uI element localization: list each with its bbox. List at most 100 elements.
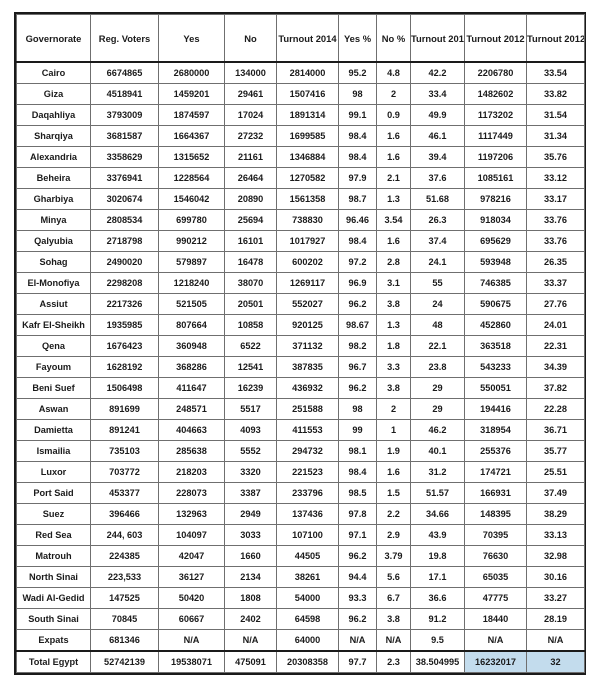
cell-turnout_2014: 38261 — [276, 566, 339, 588]
cell-no: 16101 — [224, 230, 277, 252]
cell-yes: 228073 — [158, 482, 225, 504]
cell-governorate: El-Monofiya — [16, 272, 91, 294]
cell-reg_voters: 2718798 — [90, 230, 159, 252]
cell-yes_pct: 98.4 — [338, 125, 377, 147]
table-row: Daqahliya 3793009 1874597 17024 1891314 99.1 0… — [16, 104, 585, 126]
cell-turnout_2014_pct: 26.3 — [410, 209, 465, 231]
table-row: Expats 681346 N/A N/A 64000 N/A N/A 9.5 N/A N/A — [16, 629, 585, 652]
cell-turnout_2014: 64000 — [276, 629, 339, 652]
cell-turnout_2012: 1117449 — [464, 125, 527, 147]
cell-governorate: Qena — [16, 335, 91, 357]
cell-turnout_2012: 65035 — [464, 566, 527, 588]
cell-no: 21161 — [224, 146, 277, 168]
cell-turnout_2014: 1891314 — [276, 104, 339, 126]
cell-no_pct: 0.9 — [376, 104, 411, 126]
cell-no_pct: 5.6 — [376, 566, 411, 588]
cell-no_pct: 3.1 — [376, 272, 411, 294]
cell-turnout_2012: 18440 — [464, 608, 527, 630]
cell-turnout_2012_pct: N/A — [526, 629, 585, 652]
cell-yes_pct: 98.4 — [338, 461, 377, 483]
cell-governorate: Sharqiya — [16, 125, 91, 147]
cell-turnout_2012_pct: 22.31 — [526, 335, 585, 357]
cell-turnout_2012: 2206780 — [464, 61, 527, 84]
cell-turnout_2012_pct: 28.19 — [526, 608, 585, 630]
cell-turnout_2012_pct: 33.76 — [526, 230, 585, 252]
cell-turnout_2012_pct: 32.98 — [526, 545, 585, 567]
cell-yes: 1664367 — [158, 125, 225, 147]
cell-no_pct: 1.3 — [376, 314, 411, 336]
total-cell-yes: 19538071 — [158, 650, 225, 673]
cell-yes_pct: 97.9 — [338, 167, 377, 189]
cell-turnout_2014_pct: 39.4 — [410, 146, 465, 168]
cell-no_pct: 2 — [376, 83, 411, 105]
cell-yes: 360948 — [158, 335, 225, 357]
total-cell-yes_pct: 97.7 — [338, 650, 377, 673]
cell-yes_pct: 97.1 — [338, 524, 377, 546]
cell-yes_pct: 97.2 — [338, 251, 377, 273]
cell-governorate: Beni Suef — [16, 377, 91, 399]
cell-turnout_2012_pct: 37.82 — [526, 377, 585, 399]
cell-turnout_2012_pct: 38.29 — [526, 503, 585, 525]
cell-no_pct: 4.8 — [376, 61, 411, 84]
cell-reg_voters: 891241 — [90, 419, 159, 441]
cell-governorate: Alexandria — [16, 146, 91, 168]
table-body: Cairo 6674865 2680000 134000 2814000 95.2 4.8 4… — [16, 61, 585, 673]
cell-turnout_2012: 452860 — [464, 314, 527, 336]
cell-turnout_2014_pct: 24 — [410, 293, 465, 315]
cell-yes: 521505 — [158, 293, 225, 315]
cell-turnout_2012_pct: 33.82 — [526, 83, 585, 105]
cell-turnout_2012_pct: 27.76 — [526, 293, 585, 315]
cell-yes_pct: 99.1 — [338, 104, 377, 126]
cell-no: 3033 — [224, 524, 277, 546]
cell-governorate: Aswan — [16, 398, 91, 420]
cell-governorate: Expats — [16, 629, 91, 652]
header-row: Governorate Reg. Voters Yes No Turnout 2… — [16, 14, 585, 63]
cell-turnout_2012_pct: 33.76 — [526, 209, 585, 231]
cell-reg_voters: 1506498 — [90, 377, 159, 399]
cell-yes: 1218240 — [158, 272, 225, 294]
cell-turnout_2014: 552027 — [276, 293, 339, 315]
cell-no_pct: 1.5 — [376, 482, 411, 504]
cell-yes: 104097 — [158, 524, 225, 546]
table-row: Damietta 891241 404663 4093 411553 99 1 46.2 318… — [16, 419, 585, 441]
cell-no_pct: N/A — [376, 629, 411, 652]
cell-turnout_2014: 1269117 — [276, 272, 339, 294]
cell-turnout_2014_pct: 23.8 — [410, 356, 465, 378]
cell-turnout_2014_pct: 37.6 — [410, 167, 465, 189]
cell-yes: 132963 — [158, 503, 225, 525]
cell-turnout_2012: 1482602 — [464, 83, 527, 105]
column-header-turnout-2012-pct: Turnout 2012 (%) — [526, 14, 585, 63]
cell-no: 16239 — [224, 377, 277, 399]
column-header-turnout-2012: Turnout 2012 — [464, 14, 527, 63]
cell-turnout_2014_pct: 91.2 — [410, 608, 465, 630]
table-row: Qalyubia 2718798 990212 16101 1017927 98.4 1.6… — [16, 230, 585, 252]
table-row: Minya 2808534 699780 25694 738830 96.46 3.54 26… — [16, 209, 585, 231]
cell-yes: 368286 — [158, 356, 225, 378]
total-cell-turnout_2014_pct: 38.504995 — [410, 650, 465, 673]
cell-governorate: Fayoum — [16, 356, 91, 378]
table-header: Governorate Reg. Voters Yes No Turnout 2… — [16, 14, 585, 63]
cell-no: 3320 — [224, 461, 277, 483]
cell-turnout_2014_pct: 22.1 — [410, 335, 465, 357]
cell-no_pct: 2.2 — [376, 503, 411, 525]
cell-no_pct: 1.6 — [376, 146, 411, 168]
cell-yes: 248571 — [158, 398, 225, 420]
cell-turnout_2014_pct: 49.9 — [410, 104, 465, 126]
cell-yes_pct: 96.2 — [338, 293, 377, 315]
cell-governorate: Damietta — [16, 419, 91, 441]
cell-yes: 60667 — [158, 608, 225, 630]
cell-governorate: Gharbiya — [16, 188, 91, 210]
cell-no: 29461 — [224, 83, 277, 105]
cell-turnout_2012_pct: 31.54 — [526, 104, 585, 126]
cell-yes_pct: 98.5 — [338, 482, 377, 504]
cell-yes_pct: 94.4 — [338, 566, 377, 588]
cell-governorate: Qalyubia — [16, 230, 91, 252]
cell-no_pct: 3.3 — [376, 356, 411, 378]
cell-reg_voters: 244, 603 — [90, 524, 159, 546]
cell-no: 134000 — [224, 61, 277, 84]
cell-turnout_2012_pct: 36.71 — [526, 419, 585, 441]
total-cell-turnout_2012_pct: 32 — [526, 650, 585, 673]
cell-yes: N/A — [158, 629, 225, 652]
cell-turnout_2014_pct: 36.6 — [410, 587, 465, 609]
cell-turnout_2012_pct: 26.35 — [526, 251, 585, 273]
